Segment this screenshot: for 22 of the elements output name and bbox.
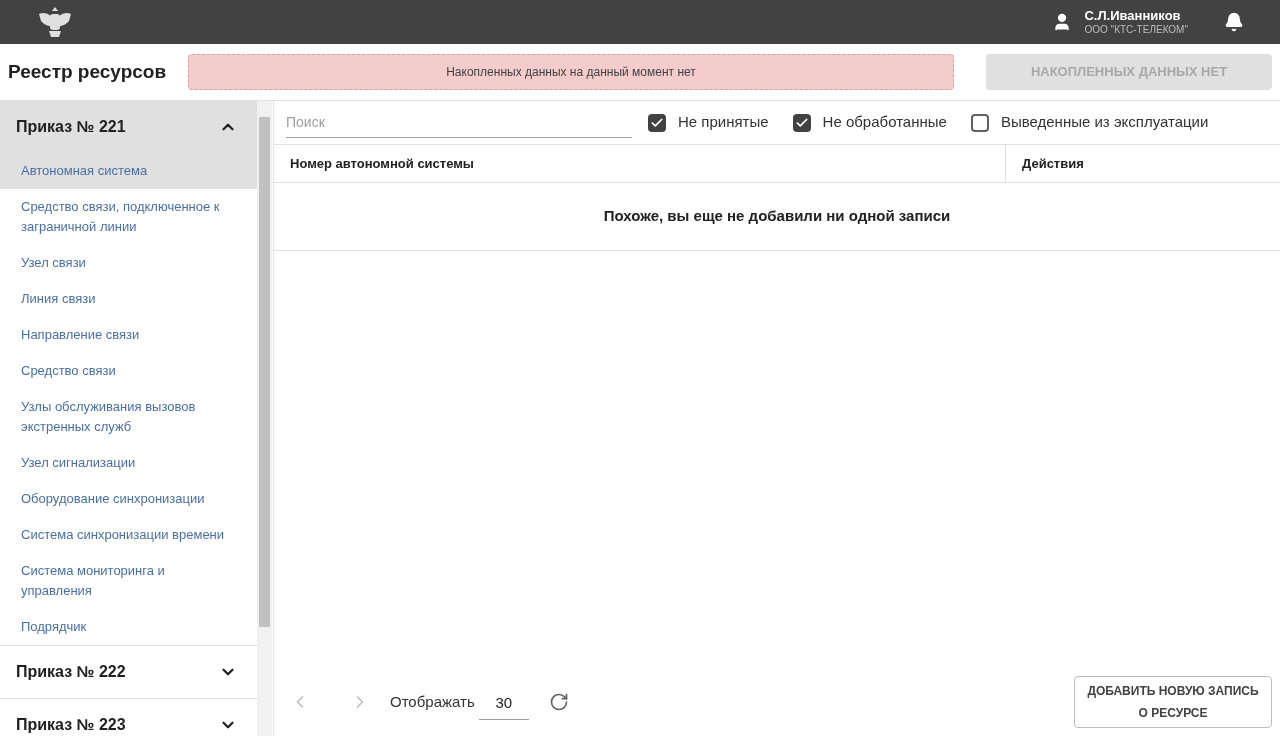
column-header: Номер автономной системы	[274, 145, 1006, 182]
accordion-header[interactable]: Приказ № 221	[0, 101, 257, 153]
checkbox-label: Не принятые	[678, 112, 769, 133]
notice-banner: Накопленных данных на данный момент нет	[188, 54, 954, 90]
bell-icon[interactable]	[1224, 12, 1244, 32]
page-title: Реестр ресурсов	[8, 59, 168, 84]
checkbox[interactable]	[648, 113, 666, 132]
checkbox[interactable]	[792, 113, 811, 132]
page-size-field[interactable]: 30	[478, 692, 529, 720]
search-field[interactable]: Поиск	[286, 107, 632, 138]
sidebar-item[interactable]: Автономная система	[0, 153, 257, 189]
user-name: С.Л.Иванников	[1084, 7, 1182, 24]
scrollbar[interactable]	[257, 101, 272, 736]
add-record-button[interactable]: ДОБАВИТЬ НОВУЮ ЗАПИСЬ О РЕСУРСЕ	[1074, 676, 1272, 728]
refresh-icon[interactable]	[548, 692, 569, 712]
empty-table-message: Похоже, вы еще не добавили ни одной записи	[603, 206, 951, 227]
user-organization: ООО "КТС-ТЕЛЕКОМ"	[1084, 23, 1188, 37]
checkbox-label: Не обработанные	[822, 112, 947, 133]
checkbox-label: Выведенные из эксплуатации	[1000, 112, 1209, 133]
checkbox[interactable]	[970, 113, 989, 132]
column-header: Действия	[1021, 154, 1085, 173]
page-size-label: Отображать	[390, 691, 475, 712]
